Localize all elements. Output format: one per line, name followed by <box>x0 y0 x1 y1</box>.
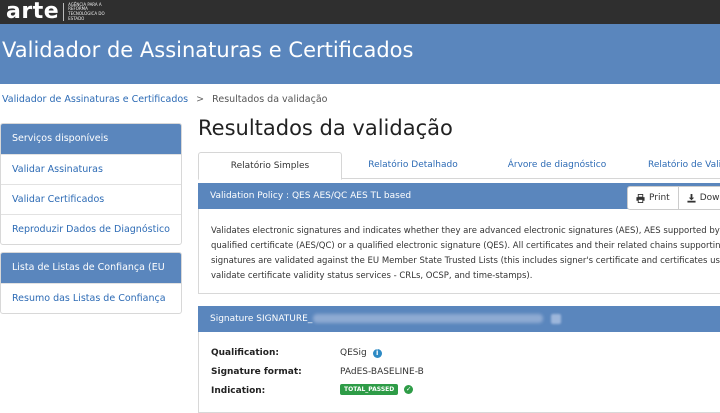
status-badge: TOTAL_PASSED <box>340 384 399 395</box>
report-tabs: Relatório Simples Relatório Detalhado Ár… <box>198 152 720 180</box>
breadcrumb: Validador de Assinaturas e Certificados … <box>2 94 327 105</box>
trusted-lists-panel: Lista de Listas de Confiança (EU LOTL) R… <box>0 252 182 314</box>
arte-logo[interactable]: arte Agência para a Reforma Tecnológica … <box>6 0 106 24</box>
signature-header: Signature SIGNATURE_ <box>198 306 720 332</box>
page-title: Resultados da validação <box>198 116 453 140</box>
breadcrumb-separator: > <box>196 94 205 105</box>
policy-description: Validates electronic signatures and indi… <box>211 226 720 281</box>
download-button[interactable]: Downl <box>677 187 720 209</box>
signature-title: Signature SIGNATURE_ <box>210 306 562 332</box>
export-button-group: Print Downl <box>627 186 720 210</box>
print-icon <box>636 193 645 203</box>
sidebar-item-validate-signatures[interactable]: Validar Assinaturas <box>1 154 181 184</box>
logo-wordmark: arte <box>6 0 60 24</box>
sidebar-item-trusted-lists-summary[interactable]: Resumo das Listas de Confiança <box>1 283 181 313</box>
logo-divider <box>63 3 65 21</box>
print-button[interactable]: Print <box>628 187 678 209</box>
info-icon[interactable]: i <box>372 348 382 358</box>
services-panel: Serviços disponíveis Validar Assinaturas… <box>0 123 182 245</box>
tab-detailed-report[interactable]: Relatório Detalhado <box>342 152 484 178</box>
policy-body: Validates electronic signatures and indi… <box>198 209 720 294</box>
logo-subtitle: Agência para a Reforma Tecnológica do Es… <box>68 1 105 21</box>
print-label: Print <box>649 193 670 203</box>
signature-format-label: Signature format: <box>211 367 302 377</box>
qualification-value: QESig <box>340 348 367 358</box>
indication-value-wrap: TOTAL_PASSED ✓ <box>340 384 414 395</box>
trusted-lists-panel-title: Lista de Listas de Confiança (EU LOTL) <box>1 253 181 303</box>
download-icon <box>687 193 696 203</box>
signature-title-prefix: Signature SIGNATURE_ <box>210 314 313 324</box>
sidebar-item-replay-diagnostic[interactable]: Reproduzir Dados de Diagnóstico <box>1 214 181 244</box>
tab-diagnostic-tree[interactable]: Árvore de diagnóstico <box>486 152 628 178</box>
indication-label: Indication: <box>211 386 266 396</box>
policy-header: Validation Policy : QES AES/QC AES TL ba… <box>198 183 720 210</box>
services-panel-title: Serviços disponíveis <box>1 124 181 154</box>
qualification-label: Qualification: <box>211 348 279 358</box>
download-label: Downl <box>699 193 720 203</box>
breadcrumb-link-validator[interactable]: Validador de Assinaturas e Certificados <box>2 94 188 105</box>
qualification-value-wrap: QESig i <box>340 346 382 360</box>
breadcrumb-current: Resultados da validação <box>212 94 328 105</box>
sidebar-item-validate-certificates[interactable]: Validar Certificados <box>1 184 181 214</box>
tab-validation-report[interactable]: Relatório de Valida <box>630 152 720 178</box>
signature-body: Qualification: QESig i Signature format:… <box>198 332 720 413</box>
policy-title: Validation Policy : QES AES/QC AES TL ba… <box>210 191 412 201</box>
redacted-signature-id <box>313 314 544 323</box>
copy-icon[interactable] <box>551 313 562 324</box>
signature-format-value: PAdES-BASELINE-B <box>340 367 424 377</box>
banner-title: Validador de Assinaturas e Certificados <box>2 38 414 62</box>
tab-simple-report[interactable]: Relatório Simples <box>198 152 342 180</box>
page-banner: Validador de Assinaturas e Certificados <box>0 24 720 84</box>
check-circle-icon: ✓ <box>404 385 414 394</box>
top-bar: arte Agência para a Reforma Tecnológica … <box>0 0 720 24</box>
